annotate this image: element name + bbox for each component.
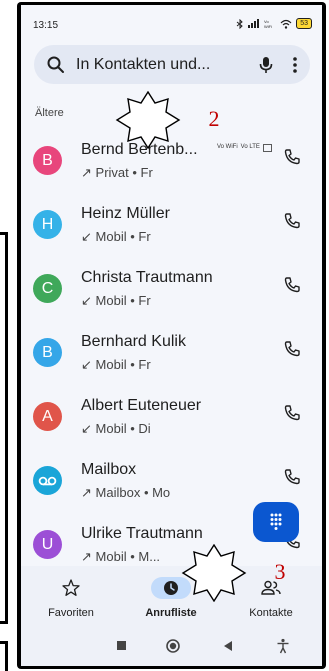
- avatar: H: [33, 210, 62, 239]
- nav-label: Kontakte: [249, 607, 293, 619]
- wifi-icon: [280, 19, 292, 29]
- dialpad-button[interactable]: [253, 502, 299, 542]
- avatar: A: [33, 402, 62, 431]
- bluetooth-icon: [236, 18, 243, 29]
- tab-favorites[interactable]: Favoriten: [21, 566, 121, 626]
- dialpad-icon: [270, 513, 282, 530]
- contact-name: Christa Trautmann: [81, 269, 213, 286]
- call-detail-text: Mobil • Fr: [95, 357, 151, 372]
- more-vert-icon[interactable]: [288, 56, 302, 74]
- avatar: U: [33, 530, 62, 559]
- hd-icon: [263, 144, 272, 152]
- annotation-number: 2: [208, 106, 220, 131]
- contact-name: Bernhard Kulik: [81, 333, 186, 350]
- avatar: [33, 466, 62, 495]
- outgoing-call-icon: ↗: [81, 549, 92, 564]
- phone-icon[interactable]: [283, 212, 301, 230]
- annotation-number: 3: [274, 559, 286, 584]
- call-detail-text: Mailbox • Mo: [95, 485, 171, 500]
- status-bar: 13:15 Vo WiFi 53: [21, 5, 322, 37]
- outgoing-call-icon: ↗: [81, 165, 92, 180]
- contact-name: Heinz Müller: [81, 205, 170, 222]
- search-bar[interactable]: In Kontakten und...: [34, 45, 310, 84]
- call-detail-text: Mobil • M...: [95, 549, 161, 564]
- phone-icon[interactable]: [283, 148, 301, 166]
- call-row[interactable]: H Heinz Müller ↙ Mobil • Fr: [21, 197, 322, 261]
- avatar: C: [33, 274, 62, 303]
- call-detail-text: Privat • Fr: [95, 165, 153, 180]
- phone-icon[interactable]: [283, 340, 301, 358]
- home-icon[interactable]: [165, 638, 181, 654]
- volte-badges: Vo WiFi Vo LTE: [217, 144, 272, 152]
- back-icon[interactable]: [222, 640, 234, 652]
- annotation-frame: [0, 641, 8, 671]
- svg-text:WiFi: WiFi: [264, 24, 272, 28]
- phone-icon[interactable]: [283, 404, 301, 422]
- phone-frame: 13:15 Vo WiFi 53 In Kontakten und... Ält…: [17, 2, 326, 669]
- contact-name: Albert Euteneuer: [81, 397, 202, 414]
- accessibility-icon[interactable]: [276, 638, 290, 654]
- incoming-call-icon: ↙: [81, 293, 92, 308]
- voicemail-icon: [38, 476, 57, 486]
- phone-icon[interactable]: [283, 468, 301, 486]
- status-icons: Vo WiFi 53: [236, 18, 312, 29]
- star-icon: [62, 579, 80, 596]
- incoming-call-icon: ↙: [81, 357, 92, 372]
- call-detail: ↗ Mailbox • Mo: [81, 485, 170, 501]
- nav-label: Favoriten: [48, 607, 94, 619]
- incoming-call-icon: ↙: [81, 229, 92, 244]
- mic-icon[interactable]: [258, 55, 274, 75]
- status-time: 13:15: [33, 20, 59, 31]
- vowifi-badge: Vo WiFi: [217, 144, 238, 150]
- call-detail: ↙ Mobil • Di: [81, 421, 151, 437]
- recent-apps-icon[interactable]: [116, 640, 128, 652]
- contact-name: Ulrike Trautmann: [81, 525, 203, 542]
- avatar: B: [33, 338, 62, 367]
- volte-icon: VoWiFi: [264, 19, 272, 28]
- call-detail: ↙ Mobil • Fr: [81, 357, 151, 373]
- annotation-frame: [0, 232, 8, 624]
- signal-icon: [248, 19, 260, 28]
- annotation-badge: 2: [115, 90, 220, 150]
- system-navigation-bar: [21, 626, 322, 666]
- annotation-badge: 3: [181, 543, 286, 603]
- call-row[interactable]: B Bernhard Kulik ↙ Mobil • Fr: [21, 325, 322, 389]
- search-icon: [47, 56, 64, 73]
- volte-badge: Vo LTE: [240, 144, 260, 150]
- nav-label: Anrufliste: [145, 607, 197, 619]
- call-detail-text: Mobil • Fr: [95, 229, 151, 244]
- incoming-call-icon: ↙: [81, 421, 92, 436]
- call-detail: ↗ Mobil • M...: [81, 549, 160, 565]
- battery-icon: 53: [296, 18, 312, 29]
- avatar: B: [33, 146, 62, 175]
- call-row[interactable]: A Albert Euteneuer ↙ Mobil • Di: [21, 389, 322, 453]
- outgoing-call-icon: ↗: [81, 485, 92, 500]
- contact-name: Mailbox: [81, 461, 137, 478]
- phone-icon[interactable]: [283, 276, 301, 294]
- call-detail: ↙ Mobil • Fr: [81, 229, 151, 245]
- nav-icon-container: [51, 577, 91, 599]
- section-label: Ältere: [35, 107, 64, 119]
- search-input[interactable]: In Kontakten und...: [76, 56, 210, 74]
- call-detail-text: Mobil • Di: [95, 421, 151, 436]
- call-detail: ↙ Mobil • Fr: [81, 293, 151, 309]
- call-row[interactable]: C Christa Trautmann ↙ Mobil • Fr: [21, 261, 322, 325]
- call-detail-text: Mobil • Fr: [95, 293, 151, 308]
- screen: 13:15 Vo WiFi 53 In Kontakten und... Ält…: [21, 5, 322, 666]
- call-detail: ↗ Privat • Fr: [81, 165, 153, 181]
